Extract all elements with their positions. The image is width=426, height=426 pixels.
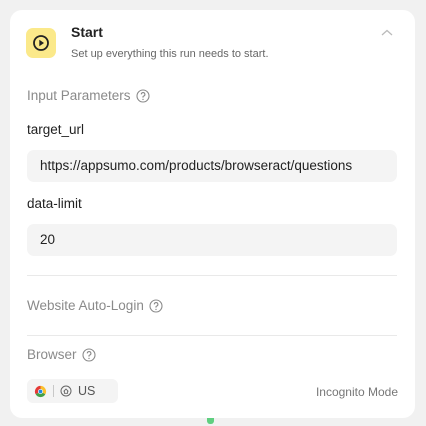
node-title: Start bbox=[71, 24, 103, 40]
data-limit-input[interactable]: 20 bbox=[27, 224, 397, 256]
browser-label: Browser bbox=[27, 347, 96, 362]
node-header[interactable]: Start Set up everything this run needs t… bbox=[26, 24, 399, 64]
target-url-input[interactable]: https://appsumo.com/products/browseract/… bbox=[27, 150, 397, 182]
input-parameters-label: Input Parameters bbox=[27, 88, 150, 103]
start-icon-badge bbox=[26, 28, 56, 58]
divider bbox=[27, 335, 397, 336]
node-output-connector[interactable] bbox=[207, 418, 214, 424]
question-circle-icon[interactable] bbox=[136, 88, 150, 103]
region-label: US bbox=[78, 384, 96, 398]
question-circle-icon[interactable] bbox=[81, 347, 96, 362]
incognito-mode-label: Incognito Mode bbox=[315, 385, 398, 399]
pill-separator bbox=[53, 385, 54, 397]
website-auto-login-label: Website Auto-Login bbox=[27, 298, 163, 313]
target-url-label: target_url bbox=[27, 122, 85, 137]
chrome-icon bbox=[34, 385, 47, 397]
play-circle-icon bbox=[33, 35, 49, 51]
browser-text: Browser bbox=[27, 347, 77, 362]
chevron-up-icon[interactable] bbox=[379, 26, 395, 40]
node-subtitle: Set up everything this run needs to star… bbox=[71, 48, 269, 60]
start-node-card[interactable]: Start Set up everything this run needs t… bbox=[10, 10, 415, 418]
divider bbox=[27, 275, 397, 276]
home-icon bbox=[60, 385, 72, 397]
website-auto-login-text: Website Auto-Login bbox=[27, 298, 144, 313]
input-parameters-text: Input Parameters bbox=[27, 88, 131, 103]
browser-settings-pill[interactable]: US bbox=[27, 379, 118, 403]
question-circle-icon[interactable] bbox=[149, 298, 163, 313]
data-limit-label: data-limit bbox=[27, 196, 82, 211]
